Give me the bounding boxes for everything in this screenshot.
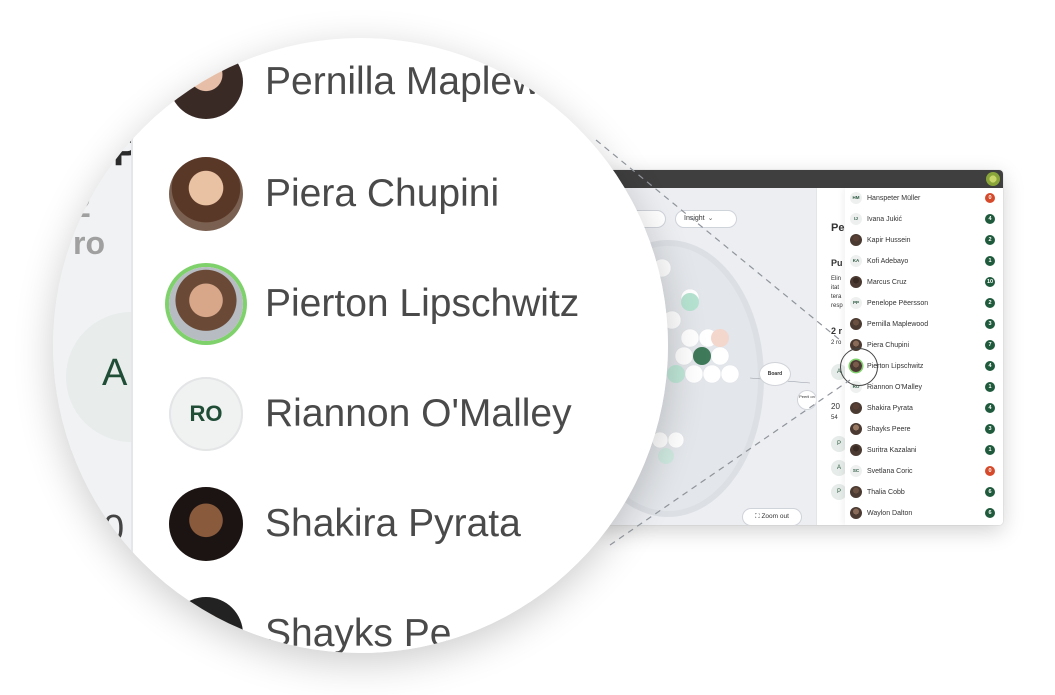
magnified-person-name: Riannon O'Malley — [265, 392, 572, 435]
count-badge: 0 — [985, 466, 995, 476]
person-name: Waylon Dalton — [867, 510, 913, 517]
magnified-avatar — [169, 267, 243, 341]
count-badge: 1 — [985, 256, 995, 266]
person-name: Kapir Hussein — [867, 237, 911, 244]
avatar: SC — [850, 465, 862, 477]
person-row[interactable]: Waylon Dalton 6 — [845, 503, 1003, 524]
magnified-number: 0 — [103, 508, 125, 550]
person-name: Ivana Jukić — [867, 216, 903, 223]
person-row[interactable]: Thalia Cobb 6 — [845, 482, 1003, 503]
person-name: Penelope Pëersson — [867, 300, 929, 307]
count-badge: 3 — [985, 424, 995, 434]
avatar: PP — [850, 297, 862, 309]
avatar: IJ — [850, 213, 862, 225]
details-line: tera — [831, 294, 842, 300]
roles-sub: 2 ro — [831, 340, 842, 346]
count-badge: 2 — [985, 298, 995, 308]
person-row[interactable]: Marcus Cruz 10 — [845, 272, 1003, 293]
magnified-avatar — [169, 157, 243, 231]
person-name: Thalia Cobb — [867, 489, 905, 496]
person-name: Riannon O'Malley — [867, 384, 923, 391]
board-node[interactable]: Board — [760, 363, 790, 385]
count-badge: 1 — [985, 445, 995, 455]
details-line: Elin — [831, 276, 842, 282]
avatar — [850, 234, 862, 246]
stat-number: 20 — [831, 402, 840, 411]
magnified-person-name: Shayks Pe — [265, 612, 452, 653]
avatar — [850, 486, 862, 498]
details-title: Pe — [831, 222, 845, 234]
magnified-person-row: Piera Chupini — [133, 138, 668, 250]
person-name: Kofi Adebayo — [867, 258, 909, 265]
person-row[interactable]: IJ Ivana Jukić 4 — [845, 209, 1003, 230]
magnified-people-list: Pernilla Maplew Piera Chupini Pierton Lips… — [131, 38, 668, 653]
magnified-person-row: RO Riannon O'Malley — [133, 358, 668, 470]
magnifier-lens: P 2 ro A 0 Pernilla Maplew Piera Chupini P… — [53, 38, 668, 653]
count-badge: 1 — [985, 382, 995, 392]
avatar — [850, 423, 862, 435]
magnified-subheading: 2 ro — [73, 188, 105, 261]
person-name: Hanspeter Müller — [867, 195, 921, 202]
magnified-person-name: Shakira Pyrata — [265, 502, 521, 545]
person-name: Pernilla Maplewood — [867, 321, 929, 328]
person-row[interactable]: Shakira Pyrata 4 — [845, 398, 1003, 419]
count-badge: 7 — [985, 340, 995, 350]
avatar: HM — [850, 192, 862, 204]
details-line: resp — [831, 303, 843, 309]
avatar — [850, 507, 862, 519]
count-badge: 4 — [985, 403, 995, 413]
magnified-avatar — [169, 487, 243, 561]
zoom-out-label: Zoom out — [761, 513, 789, 520]
person-row[interactable]: KA Kofi Adebayo 1 — [845, 251, 1003, 272]
magnified-person-name: Piera Chupini — [265, 172, 500, 215]
details-subtitle: Pu — [831, 258, 843, 268]
magnified-avatar: RO — [169, 377, 243, 451]
count-badge: 4 — [985, 214, 995, 224]
person-name: Piera Chupini — [867, 342, 910, 349]
person-name: Shakira Pyrata — [867, 405, 913, 412]
person-name: Shayks Peere — [867, 426, 911, 433]
count-badge: 6 — [985, 508, 995, 518]
stat-number: 54 — [831, 415, 838, 421]
person-name: Suritra Kazalani — [867, 447, 917, 454]
magnified-chip-label: A — [102, 352, 128, 394]
person-row[interactable]: PP Penelope Pëersson 2 — [845, 293, 1003, 314]
avatar — [850, 444, 862, 456]
magnified-person-row: Shakira Pyrata — [133, 468, 668, 580]
count-badge: 2 — [985, 235, 995, 245]
person-row[interactable]: Shayks Peere 3 — [845, 419, 1003, 440]
person-row[interactable]: Kapir Hussein 2 — [845, 230, 1003, 251]
avatar — [850, 276, 862, 288]
count-badge: 0 — [985, 193, 995, 203]
zoom-icon: ⛶ — [755, 513, 760, 520]
avatar — [850, 402, 862, 414]
person-row[interactable]: SC Svetlana Coric 0 — [845, 461, 1003, 482]
details-line: itat — [831, 285, 840, 291]
user-avatar[interactable] — [986, 172, 1000, 186]
person-row[interactable]: Suritra Kazalani 1 — [845, 440, 1003, 461]
count-badge: 6 — [985, 487, 995, 497]
count-badge: 4 — [985, 361, 995, 371]
magnified-person-name: Pernilla Maplew — [265, 60, 541, 103]
count-badge: 3 — [985, 319, 995, 329]
avatar: KA — [850, 255, 862, 267]
zoom-focus-ring — [840, 348, 878, 386]
count-badge: 10 — [985, 277, 995, 287]
avatar — [850, 318, 862, 330]
person-name: Svetlana Coric — [867, 468, 913, 475]
person-name: Marcus Cruz — [867, 279, 907, 286]
magnified-avatar — [169, 45, 243, 119]
person-row[interactable]: Pernilla Maplewood 3 — [845, 314, 1003, 335]
person-row[interactable]: HM Hanspeter Müller 0 — [845, 188, 1003, 209]
magnified-details-panel: P 2 ro A 0 — [53, 38, 196, 653]
magnified-person-name: Pierton Lipschwitz — [265, 282, 580, 325]
zoom-out-button[interactable]: ⛶ Zoom out — [742, 508, 802, 525]
magnified-person-row: Shayks Pe — [133, 578, 668, 653]
roles-count: 2 r — [831, 326, 843, 336]
magnified-person-row: Pernilla Maplew — [133, 38, 668, 138]
peer-node[interactable]: Peerli on — [798, 391, 816, 409]
magnified-avatar — [169, 597, 243, 653]
magnified-person-row: Pierton Lipschwitz — [133, 248, 668, 360]
